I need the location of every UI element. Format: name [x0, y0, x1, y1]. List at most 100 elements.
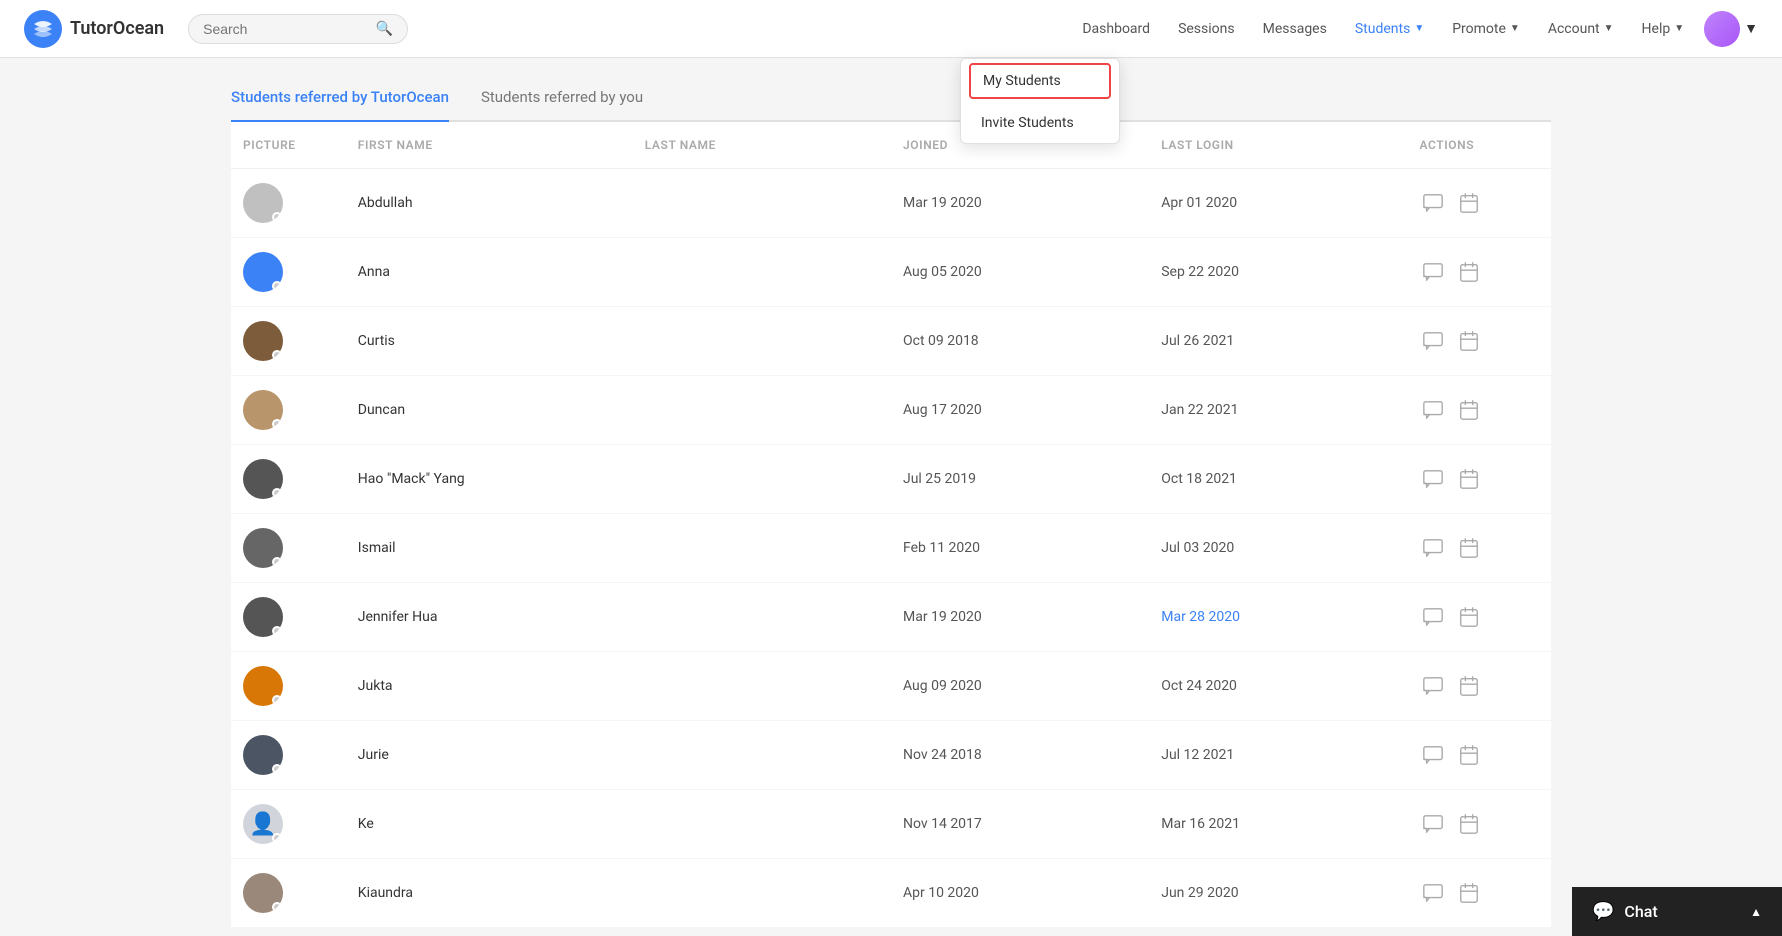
main-content: Students referred by TutorOcean Students… — [191, 74, 1591, 928]
student-avatar — [243, 735, 283, 775]
calendar-icon[interactable] — [1455, 810, 1483, 838]
student-actions — [1407, 721, 1551, 790]
col-picture: PICTURE — [231, 122, 346, 169]
logo[interactable]: TutorOcean — [24, 10, 164, 48]
table-row: Abdullah Mar 19 2020 Apr 01 2020 — [231, 169, 1551, 238]
status-dot-icon — [272, 626, 282, 636]
promote-chevron-icon: ▼ — [1510, 23, 1520, 34]
calendar-icon[interactable] — [1455, 603, 1483, 631]
student-avatar-cell — [231, 445, 346, 514]
student-last-name — [633, 514, 891, 583]
student-last-login: Jul 12 2021 — [1149, 721, 1407, 790]
account-chevron-icon: ▼ — [1604, 23, 1614, 34]
dropdown-my-students[interactable]: My Students — [969, 63, 1111, 99]
chat-bar[interactable]: 💬 Chat ▲ — [1572, 887, 1782, 936]
student-joined: Aug 05 2020 — [891, 238, 1149, 307]
student-actions — [1407, 445, 1551, 514]
status-dot-icon — [272, 764, 282, 774]
table-row: Jurie Nov 24 2018 Jul 12 2021 — [231, 721, 1551, 790]
nav-help[interactable]: Help ▼ — [1630, 13, 1697, 45]
student-first-name: Hao "Mack" Yang — [346, 445, 633, 514]
student-avatar — [243, 321, 283, 361]
student-last-login: Apr 01 2020 — [1149, 169, 1407, 238]
message-icon[interactable] — [1419, 741, 1447, 769]
student-avatar: 👤 — [243, 804, 283, 844]
student-actions — [1407, 583, 1551, 652]
message-icon[interactable] — [1419, 258, 1447, 286]
tabs: Students referred by TutorOcean Students… — [231, 74, 1551, 122]
student-last-name — [633, 859, 891, 928]
message-icon[interactable] — [1419, 327, 1447, 355]
student-avatar-cell: 👤 — [231, 790, 346, 859]
table-header-row: PICTURE FIRST NAME LAST NAME JOINED LAST… — [231, 122, 1551, 169]
calendar-icon[interactable] — [1455, 879, 1483, 907]
tab-tutor-ocean-referred[interactable]: Students referred by TutorOcean — [231, 74, 449, 122]
student-first-name: Jukta — [346, 652, 633, 721]
calendar-icon[interactable] — [1455, 534, 1483, 562]
student-last-name — [633, 445, 891, 514]
student-last-login: Jan 22 2021 — [1149, 376, 1407, 445]
student-avatar — [243, 390, 283, 430]
col-first-name: FIRST NAME — [346, 122, 633, 169]
student-avatar-cell — [231, 652, 346, 721]
message-icon[interactable] — [1419, 603, 1447, 631]
student-actions — [1407, 238, 1551, 307]
logo-icon — [24, 10, 62, 48]
message-icon[interactable] — [1419, 672, 1447, 700]
student-actions — [1407, 376, 1551, 445]
message-icon[interactable] — [1419, 810, 1447, 838]
calendar-icon[interactable] — [1455, 327, 1483, 355]
student-last-login: Sep 22 2020 — [1149, 238, 1407, 307]
action-icons — [1419, 810, 1539, 838]
calendar-icon[interactable] — [1455, 741, 1483, 769]
search-bar[interactable]: 🔍 — [188, 14, 408, 44]
user-avatar-area[interactable]: ▼ — [1704, 11, 1758, 47]
student-first-name: Anna — [346, 238, 633, 307]
student-actions — [1407, 790, 1551, 859]
student-first-name: Duncan — [346, 376, 633, 445]
nav-sessions[interactable]: Sessions — [1166, 13, 1247, 45]
student-first-name: Jurie — [346, 721, 633, 790]
nav-account[interactable]: Account ▼ — [1536, 13, 1626, 45]
help-chevron-icon: ▼ — [1674, 23, 1684, 34]
message-icon[interactable] — [1419, 534, 1447, 562]
students-table: PICTURE FIRST NAME LAST NAME JOINED LAST… — [231, 122, 1551, 928]
calendar-icon[interactable] — [1455, 396, 1483, 424]
table-row: Jennifer Hua Mar 19 2020 Mar 28 2020 — [231, 583, 1551, 652]
nav-dashboard[interactable]: Dashboard — [1070, 13, 1162, 45]
tab-you-referred[interactable]: Students referred by you — [481, 74, 643, 122]
student-avatar-cell — [231, 583, 346, 652]
student-first-name: Jennifer Hua — [346, 583, 633, 652]
message-icon[interactable] — [1419, 189, 1447, 217]
student-last-name — [633, 652, 891, 721]
student-avatar — [243, 528, 283, 568]
student-joined: Mar 19 2020 — [891, 169, 1149, 238]
nav-messages[interactable]: Messages — [1251, 13, 1339, 45]
calendar-icon[interactable] — [1455, 258, 1483, 286]
message-icon[interactable] — [1419, 879, 1447, 907]
table-row: Ismail Feb 11 2020 Jul 03 2020 — [231, 514, 1551, 583]
search-input[interactable] — [203, 21, 368, 37]
avatar-image — [1704, 11, 1740, 47]
nav-students[interactable]: Students ▼ — [1343, 13, 1436, 45]
message-icon[interactable] — [1419, 465, 1447, 493]
calendar-icon[interactable] — [1455, 189, 1483, 217]
dropdown-invite-students[interactable]: Invite Students — [961, 103, 1119, 143]
message-icon[interactable] — [1419, 396, 1447, 424]
table-row: Curtis Oct 09 2018 Jul 26 2021 — [231, 307, 1551, 376]
action-icons — [1419, 741, 1539, 769]
table-row: Duncan Aug 17 2020 Jan 22 2021 — [231, 376, 1551, 445]
student-actions — [1407, 652, 1551, 721]
calendar-icon[interactable] — [1455, 465, 1483, 493]
action-icons — [1419, 258, 1539, 286]
student-joined: Mar 19 2020 — [891, 583, 1149, 652]
chat-label: Chat — [1624, 902, 1657, 921]
student-avatar-cell — [231, 721, 346, 790]
student-actions — [1407, 514, 1551, 583]
student-last-login: Jul 03 2020 — [1149, 514, 1407, 583]
student-last-name — [633, 307, 891, 376]
student-first-name: Kiaundra — [346, 859, 633, 928]
nav-promote[interactable]: Promote ▼ — [1440, 13, 1532, 45]
calendar-icon[interactable] — [1455, 672, 1483, 700]
students-dropdown: My Students Invite Students — [960, 58, 1120, 144]
